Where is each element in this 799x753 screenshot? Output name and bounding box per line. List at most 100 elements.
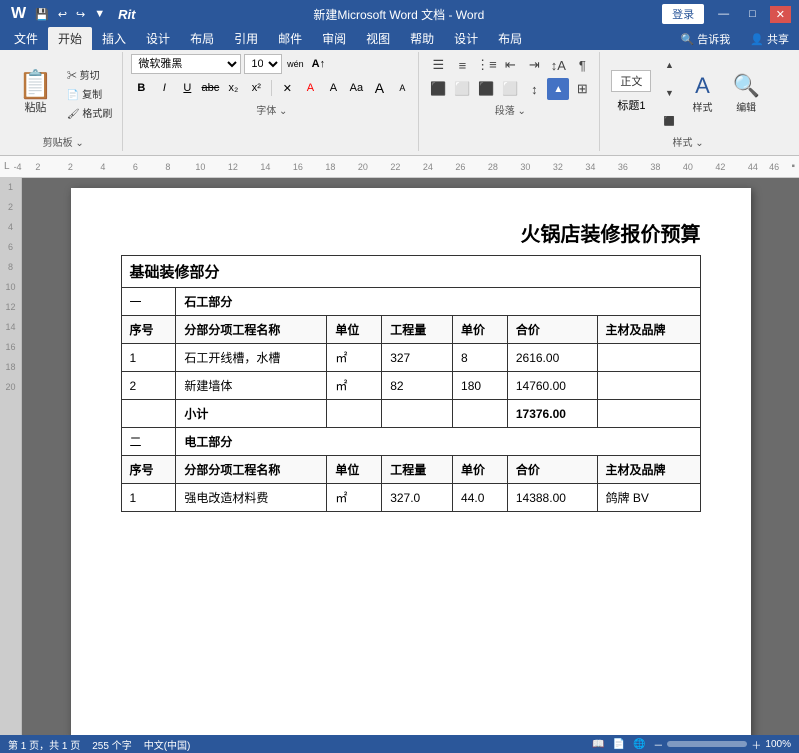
cell-r2-brand [597, 372, 700, 400]
vertical-ruler: 1 2 4 6 8 10 12 14 16 18 20 [0, 178, 22, 735]
tab-references[interactable]: 引用 [224, 27, 268, 50]
font-increase-icon[interactable]: A↑ [308, 54, 328, 74]
decrease-indent-button[interactable]: ⇤ [499, 54, 521, 76]
tab-share[interactable]: 👤 共享 [740, 28, 799, 50]
subscript-button[interactable]: x₂ [223, 78, 243, 98]
clipboard-small-buttons: ✂ 剪切 📄 复制 🖌 格式刷 [63, 66, 116, 121]
font-small-a[interactable]: A [392, 78, 412, 98]
login-button[interactable]: 登录 [662, 4, 704, 24]
align-left-button[interactable]: ⬛ [427, 78, 449, 100]
tab-mailings[interactable]: 邮件 [268, 27, 312, 50]
undo-icon[interactable]: ↩ [55, 7, 70, 22]
font-name-select[interactable]: 微软雅黑 [131, 54, 241, 74]
close-button[interactable]: ✕ [770, 6, 791, 23]
justify-button[interactable]: ⬜ [499, 78, 521, 100]
cell-section2-number: 二 [121, 428, 176, 456]
title-text: 新建Microsoft Word 文档 - Word [313, 8, 484, 22]
paragraph-group: ☰ ≡ ⋮≡ ⇤ ⇥ ↕A ¶ ⬛ ⬜ ⬛ ⬜ ↕ ▲ ⊞ 段落 ⌄ [421, 52, 600, 151]
ruler-end-marker: ▪ [779, 161, 795, 172]
cell-sub1-no [121, 400, 176, 428]
table-row-s2-1: 1 强电改造材料费 ㎡ 327.0 44.0 14388.00 鸽牌 BV [121, 484, 700, 512]
format-painter-button[interactable]: 🖌 格式刷 [63, 104, 116, 121]
header2-no: 序号 [121, 456, 176, 484]
font-color-button[interactable]: A [300, 78, 320, 98]
cell-r2-total: 14760.00 [507, 372, 597, 400]
cell-sub1-qty [382, 400, 453, 428]
font-size-select[interactable]: 10 8 9 11 12 [244, 54, 282, 74]
rit-label: Rit [118, 7, 135, 22]
tab-layout2[interactable]: 布局 [488, 27, 532, 50]
zoom-slider[interactable] [667, 741, 747, 747]
style-expand-button[interactable]: ⬛ [658, 110, 680, 132]
tab-design[interactable]: 设计 [136, 27, 180, 50]
italic-button[interactable]: I [154, 78, 174, 98]
redo-icon[interactable]: ↪ [73, 7, 88, 22]
cell-r2-name: 新建墙体 [176, 372, 327, 400]
copy-button[interactable]: 📄 复制 [63, 85, 116, 102]
fontcase-button[interactable]: Aa [346, 78, 366, 98]
save-icon[interactable]: 💾 [32, 7, 52, 22]
show-formatting-button[interactable]: ¶ [571, 54, 593, 76]
cut-button[interactable]: ✂ 剪切 [63, 66, 116, 83]
align-center-button[interactable]: ⬜ [451, 78, 473, 100]
line-spacing-button[interactable]: ↕ [523, 78, 545, 100]
document-page: 火锅店装修报价预算 基础装修部分 一 石工部分 序号 分部分项工程名称 单位 工… [71, 188, 751, 735]
maximize-button[interactable]: □ [743, 6, 762, 22]
window-title: 新建Microsoft Word 文档 - Word [135, 6, 662, 23]
editing-button[interactable]: 🔍 编辑 [724, 69, 767, 118]
table-row-1: 1 石工开线槽，水槽 ㎡ 327 8 2616.00 [121, 344, 700, 372]
cell-s2r1-price: 44.0 [453, 484, 508, 512]
style-normal[interactable]: 正文 [611, 70, 651, 92]
bullets-button[interactable]: ☰ [427, 54, 449, 76]
customize-icon[interactable]: ▼ [91, 7, 108, 21]
header2-total: 合价 [507, 456, 597, 484]
tab-view[interactable]: 视图 [356, 27, 400, 50]
cell-s2r1-name: 强电改造材料费 [176, 484, 327, 512]
numbered-list-button[interactable]: ≡ [451, 54, 473, 76]
tab-help[interactable]: 帮助 [400, 27, 444, 50]
align-right-button[interactable]: ⬛ [475, 78, 497, 100]
bold-button[interactable]: B [131, 78, 151, 98]
style-heading1[interactable]: 标题1 [608, 94, 654, 116]
status-left: 第 1 页，共 1 页 255 个字 中文(中国) [8, 737, 190, 752]
increase-indent-button[interactable]: ⇥ [523, 54, 545, 76]
tab-layout[interactable]: 布局 [180, 27, 224, 50]
tab-tellme[interactable]: 🔍 告诉我 [670, 28, 740, 50]
cell-sub1-brand [597, 400, 700, 428]
header2-unit: 单位 [327, 456, 382, 484]
clear-format-button[interactable]: ✕ [277, 78, 297, 98]
table-row-2: 2 新建墙体 ㎡ 82 180 14760.00 [121, 372, 700, 400]
styles-label: 样式 [692, 99, 712, 114]
underline-button[interactable]: U [177, 78, 197, 98]
superscript-button[interactable]: x² [246, 78, 266, 98]
tab-design2[interactable]: 设计 [444, 27, 488, 50]
tab-review[interactable]: 审阅 [312, 27, 356, 50]
tab-home[interactable]: 开始 [48, 27, 92, 50]
sort-button[interactable]: ↕A [547, 54, 569, 76]
cell-sub1-price [453, 400, 508, 428]
style-down-button[interactable]: ▼ [658, 82, 680, 104]
styles-icon: A [695, 73, 710, 99]
quick-access-toolbar: W 💾 ↩ ↪ ▼ [8, 4, 108, 24]
zoom-in-button[interactable]: ＋ [751, 737, 761, 752]
cell-r1-qty: 327 [382, 344, 453, 372]
borders-button[interactable]: ⊞ [571, 78, 593, 100]
tab-file[interactable]: 文件 [4, 27, 48, 50]
read-mode-icon[interactable]: 📖 [592, 739, 604, 750]
print-layout-icon[interactable]: 📄 [613, 739, 625, 750]
minimize-button[interactable]: — [712, 6, 735, 22]
multilevel-list-button[interactable]: ⋮≡ [475, 54, 497, 76]
editing-label: 编辑 [736, 99, 756, 114]
highlight-button[interactable]: A [323, 78, 343, 98]
style-up-button[interactable]: ▲ [658, 54, 680, 76]
tab-insert[interactable]: 插入 [92, 27, 136, 50]
shading-button[interactable]: ▲ [547, 78, 569, 100]
strikethrough-button[interactable]: abc [200, 78, 220, 98]
font-large-A[interactable]: A [369, 78, 389, 98]
paste-button[interactable]: 📋 粘贴 [10, 67, 61, 119]
table-row-section2: 二 电工部分 [121, 428, 700, 456]
zoom-out-button[interactable]: － [653, 737, 663, 752]
table-row-section1: 一 石工部分 [121, 288, 700, 316]
web-layout-icon[interactable]: 🌐 [633, 739, 645, 750]
styles-button[interactable]: A 样式 [684, 69, 720, 118]
